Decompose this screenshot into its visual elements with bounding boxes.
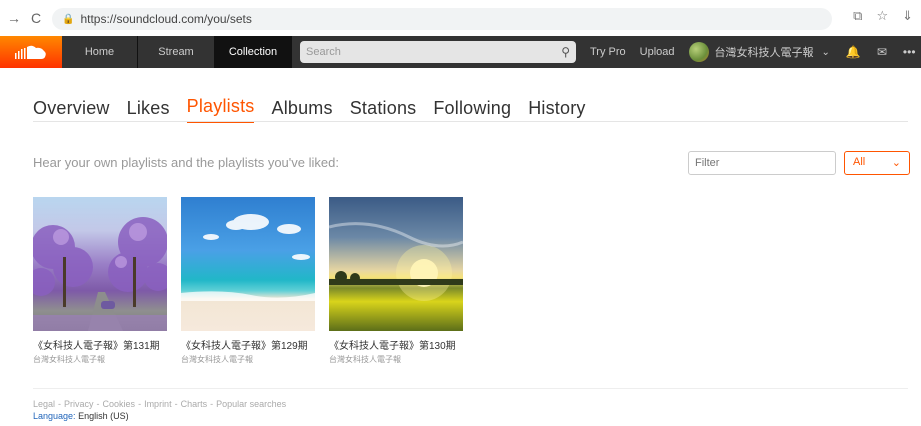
- language-value[interactable]: English (US): [78, 411, 129, 421]
- playlist-title[interactable]: 《女科技人電子報》第129期: [181, 337, 315, 352]
- cloud-logo-icon: [15, 45, 46, 59]
- site-header: Home Stream Collection Search ⚲ Try Pro …: [0, 36, 921, 68]
- back-arrow-icon[interactable]: →: [4, 8, 24, 28]
- browser-toolbar: → C 🔒 https://soundcloud.com/you/sets ⧉ …: [0, 0, 921, 36]
- footer-separator: -: [210, 399, 214, 409]
- user-menu-name[interactable]: 台灣女科技人電子報: [715, 44, 814, 60]
- footer-link-popular-searches[interactable]: Popular searches: [216, 399, 286, 409]
- search-icon[interactable]: ⚲: [561, 45, 570, 59]
- footer-divider: [33, 388, 908, 389]
- playlist-cover-image[interactable]: [329, 197, 463, 331]
- playlist-card[interactable]: 《女科技人電子報》第131期 台灣女科技人電子報: [33, 197, 167, 365]
- playlist-title[interactable]: 《女科技人電子報》第131期: [33, 337, 167, 352]
- search-input[interactable]: Search ⚲: [300, 41, 576, 63]
- nav-stream[interactable]: Stream: [138, 36, 215, 68]
- reload-icon[interactable]: C: [26, 8, 46, 28]
- language-label: Language:: [33, 411, 76, 421]
- tab-albums[interactable]: Albums: [271, 98, 332, 123]
- playlist-user[interactable]: 台灣女科技人電子報: [329, 354, 463, 365]
- playlist-card[interactable]: 《女科技人電子報》第130期 台灣女科技人電子報: [329, 197, 463, 365]
- search-placeholder: Search: [306, 46, 341, 58]
- filter-input[interactable]: [688, 151, 836, 175]
- playlist-user[interactable]: 台灣女科技人電子報: [181, 354, 315, 365]
- soundcloud-logo[interactable]: [0, 36, 62, 68]
- tab-history[interactable]: History: [528, 98, 585, 123]
- tab-stations[interactable]: Stations: [350, 98, 417, 123]
- playlist-title[interactable]: 《女科技人電子報》第130期: [329, 337, 463, 352]
- playlist-card[interactable]: 《女科技人電子報》第129期 台灣女科技人電子報: [181, 197, 315, 365]
- footer-separator: -: [96, 399, 100, 409]
- tab-likes[interactable]: Likes: [127, 98, 170, 123]
- playlists-intro-text: Hear your own playlists and the playlist…: [33, 155, 339, 170]
- collection-tabs: Overview Likes Playlists Albums Stations…: [33, 96, 586, 123]
- download-icon[interactable]: ⇓: [902, 8, 913, 24]
- filter-select[interactable]: All ⌄: [844, 151, 910, 175]
- messages-mail-icon[interactable]: ✉: [877, 45, 887, 59]
- tabs-divider: [33, 121, 908, 122]
- footer-link-charts[interactable]: Charts: [181, 399, 208, 409]
- notifications-bell-icon[interactable]: 🔔: [846, 45, 861, 59]
- tab-overview[interactable]: Overview: [33, 98, 110, 123]
- lock-icon: 🔒: [62, 13, 75, 25]
- playlist-cover-image[interactable]: [33, 197, 167, 331]
- footer-link-cookies[interactable]: Cookies: [103, 399, 136, 409]
- try-pro-link[interactable]: Try Pro: [590, 46, 626, 58]
- chevron-down-icon[interactable]: ⌄: [822, 47, 830, 58]
- nav-home[interactable]: Home: [62, 36, 138, 68]
- playlist-user[interactable]: 台灣女科技人電子報: [33, 354, 167, 365]
- beach-image: [181, 214, 315, 301]
- tab-playlists[interactable]: Playlists: [186, 96, 255, 123]
- footer-separator: -: [58, 399, 62, 409]
- jacaranda-trees-image: [33, 217, 167, 331]
- tab-following[interactable]: Following: [433, 98, 511, 123]
- address-bar[interactable]: 🔒 https://soundcloud.com/you/sets: [52, 8, 832, 30]
- sunset-field-image: [329, 222, 463, 301]
- footer-link-legal[interactable]: Legal: [33, 399, 55, 409]
- language-selector[interactable]: Language: English (US): [33, 411, 129, 421]
- upload-link[interactable]: Upload: [640, 46, 675, 58]
- bookmark-star-icon[interactable]: ☆: [876, 8, 888, 24]
- translate-icon[interactable]: ⧉: [853, 8, 862, 24]
- playlist-cover-image[interactable]: [181, 197, 315, 331]
- more-options-icon[interactable]: •••: [903, 45, 916, 59]
- browser-actions: ⧉ ☆ ⇓: [853, 8, 913, 24]
- footer-separator: -: [174, 399, 178, 409]
- filter-selected-value: All: [853, 156, 866, 168]
- url-text: https://soundcloud.com/you/sets: [80, 12, 252, 26]
- nav-collection[interactable]: Collection: [215, 36, 292, 68]
- footer-link-imprint[interactable]: Imprint: [144, 399, 172, 409]
- footer-links: Legal - Privacy - Cookies - Imprint - Ch…: [33, 399, 286, 409]
- footer-link-privacy[interactable]: Privacy: [64, 399, 94, 409]
- chevron-down-icon: ⌄: [891, 157, 901, 169]
- footer-separator: -: [138, 399, 142, 409]
- avatar[interactable]: [688, 42, 709, 62]
